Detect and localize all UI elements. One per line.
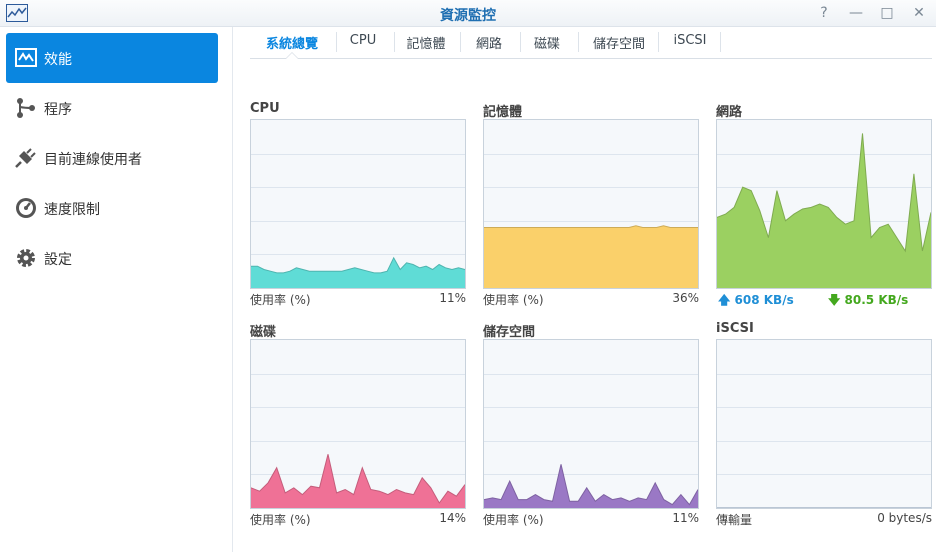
network-area (717, 133, 931, 288)
memory-chart-svg (484, 154, 698, 288)
tab-separator (336, 32, 337, 52)
tab-bar: 系統總覽 CPU 記憶體 網路 磁碟 儲存空間 iSCSI (250, 27, 932, 59)
usage-value: 36% (672, 291, 699, 305)
maximize-button[interactable]: □ (878, 4, 896, 22)
tab-separator (658, 32, 659, 52)
cpu-chart-svg (251, 154, 465, 288)
iscsi-graph (716, 339, 932, 509)
sidebar-item-connected-users[interactable]: 目前連線使用者 (6, 133, 218, 183)
panel-title: 磁碟 (250, 325, 277, 340)
sidebar-item-performance[interactable]: 效能 (6, 33, 218, 83)
title-bar: 資源監控 ? — □ ✕ (0, 0, 936, 27)
disk-chart-svg (251, 374, 465, 508)
download-value: 80.5 KB/s (844, 293, 909, 307)
throughput-label: 傳輸量 (716, 513, 753, 527)
sidebar-item-speed-limit[interactable]: 速度限制 (6, 183, 218, 233)
cpu-graph (250, 119, 466, 289)
arrow-up-icon: 🡅 (718, 293, 731, 307)
tab-separator (520, 32, 521, 52)
tab-volume[interactable]: 儲存空間 (590, 33, 648, 53)
sidebar-item-label: 設定 (44, 252, 72, 268)
sidebar-item-settings[interactable]: 設定 (6, 233, 218, 283)
usage-label: 使用率 (%) (250, 293, 311, 307)
window-title: 資源監控 (440, 8, 496, 24)
throughput-value: 0 bytes/s (877, 511, 932, 525)
usage-value: 14% (439, 511, 466, 525)
volume-chart-svg (484, 374, 698, 508)
sidebar: 效能 程序 目前連線使用者 速度限制 設定 (0, 27, 232, 552)
performance-chart-icon (15, 48, 37, 67)
gear-icon (17, 249, 35, 267)
panel-title: 儲存空間 (483, 325, 536, 340)
volume-graph (483, 339, 699, 509)
volume-area (484, 464, 698, 508)
sidebar-divider (232, 27, 233, 552)
close-button[interactable]: ✕ (910, 4, 928, 22)
panel-title: 記憶體 (483, 105, 523, 120)
tab-network[interactable]: 網路 (472, 33, 506, 53)
memory-area (484, 225, 698, 288)
tab-separator (394, 32, 395, 52)
tab-disk[interactable]: 磁碟 (530, 33, 564, 53)
usage-value: 11% (672, 511, 699, 525)
tab-cpu[interactable]: CPU (346, 33, 380, 53)
memory-graph (483, 119, 699, 289)
sidebar-item-label: 程序 (44, 102, 72, 118)
usage-label: 使用率 (%) (483, 293, 544, 307)
panel-title: 網路 (716, 105, 743, 120)
tab-separator (720, 32, 721, 52)
sidebar-item-label: 效能 (44, 52, 72, 68)
download-rate: 🡇 80.5 KB/s (828, 291, 908, 312)
active-tab-indicator (285, 52, 299, 59)
tab-overview[interactable]: 系統總覽 (260, 33, 324, 53)
plug-icon (15, 148, 36, 168)
usage-value: 11% (439, 291, 466, 305)
sidebar-item-process[interactable]: 程序 (6, 83, 218, 133)
speedometer-icon (16, 198, 36, 218)
minimize-button[interactable]: — (847, 4, 865, 22)
sidebar-item-label: 速度限制 (44, 202, 100, 218)
upload-value: 608 KB/s (734, 293, 794, 307)
panel-title: CPU (250, 101, 280, 116)
arrow-down-icon: 🡇 (828, 293, 841, 307)
tab-separator (460, 32, 461, 52)
panel-title: iSCSI (716, 321, 754, 336)
network-chart-svg (717, 133, 931, 288)
tab-separator (578, 32, 579, 52)
process-icon (17, 98, 35, 118)
usage-label: 使用率 (%) (250, 513, 311, 527)
network-graph (716, 119, 932, 289)
disk-graph (250, 339, 466, 509)
usage-label: 使用率 (%) (483, 513, 544, 527)
upload-rate: 🡅 608 KB/s (718, 291, 794, 312)
tab-iscsi[interactable]: iSCSI (670, 33, 710, 53)
help-button[interactable]: ? (815, 4, 833, 22)
iscsi-chart-svg (717, 374, 931, 508)
tab-memory[interactable]: 記憶體 (404, 33, 448, 53)
sidebar-item-label: 目前連線使用者 (44, 152, 142, 168)
